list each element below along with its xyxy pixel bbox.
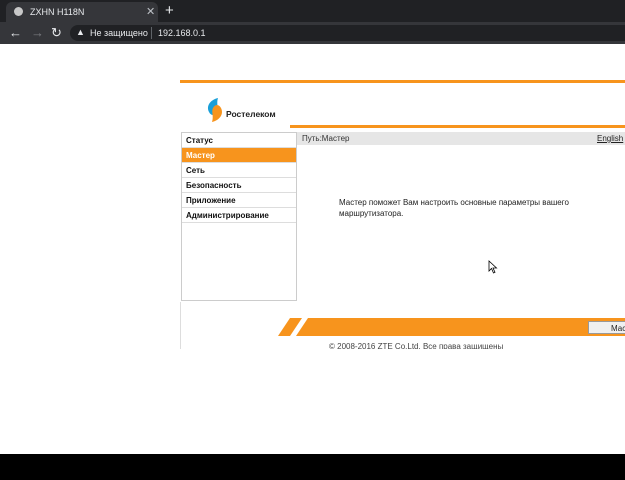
footer-divider: [180, 302, 181, 349]
warning-icon[interactable]: ▲: [76, 27, 85, 37]
rostelecom-logo-icon: [208, 98, 222, 122]
sidebar-item-application[interactable]: Приложение: [182, 193, 296, 208]
mouse-cursor-icon: [488, 260, 498, 274]
sidebar-item-administration[interactable]: Администрирование: [182, 208, 296, 223]
security-label[interactable]: Не защищено: [90, 28, 148, 38]
new-tab-button[interactable]: +: [165, 2, 174, 19]
breadcrumb: Путь:Мастер: [302, 134, 350, 143]
wizard-button[interactable]: Мас: [588, 321, 625, 334]
globe-icon: [14, 7, 23, 16]
sidebar-menu: Статус Мастер Сеть Безопасность Приложен…: [181, 132, 297, 301]
breadcrumb-bar: Путь:Мастер English: [297, 132, 625, 145]
url-text[interactable]: 192.168.0.1: [158, 28, 206, 38]
close-tab-icon[interactable]: ✕: [146, 5, 155, 18]
wizard-description: Мастер поможет Вам настроить основные па…: [339, 198, 569, 218]
tab-title: ZXHN H118N: [30, 7, 85, 17]
divider: [151, 27, 152, 39]
language-link[interactable]: English: [597, 134, 623, 143]
copyright-text: © 2008-2016 ZTE Co.Ltd. Все права защище…: [329, 342, 504, 349]
header-bottom-line: [290, 125, 625, 128]
logo-text: Ростелеком: [226, 109, 276, 119]
forward-arrow-icon[interactable]: →: [31, 25, 44, 40]
sidebar-item-security[interactable]: Безопасность: [182, 178, 296, 193]
sidebar-item-status[interactable]: Статус: [182, 133, 296, 148]
header-top-line: [180, 80, 625, 83]
reload-icon[interactable]: ↻: [51, 25, 62, 41]
footer-stripe: [278, 318, 625, 336]
address-bar[interactable]: ▲ Не защищено 192.168.0.1: [70, 25, 625, 41]
back-arrow-icon[interactable]: ←: [9, 25, 22, 40]
sidebar-item-network[interactable]: Сеть: [182, 163, 296, 178]
browser-tab[interactable]: ZXHN H118N ✕: [6, 2, 158, 22]
browser-toolbar: ← → ↻ ▲ Не защищено 192.168.0.1: [0, 22, 625, 44]
browser-tab-strip: ZXHN H118N ✕ +: [0, 0, 625, 22]
web-page: Ростелеком Статус Мастер Сеть Безопаснос…: [0, 44, 625, 454]
sidebar-item-wizard[interactable]: Мастер: [182, 148, 296, 163]
